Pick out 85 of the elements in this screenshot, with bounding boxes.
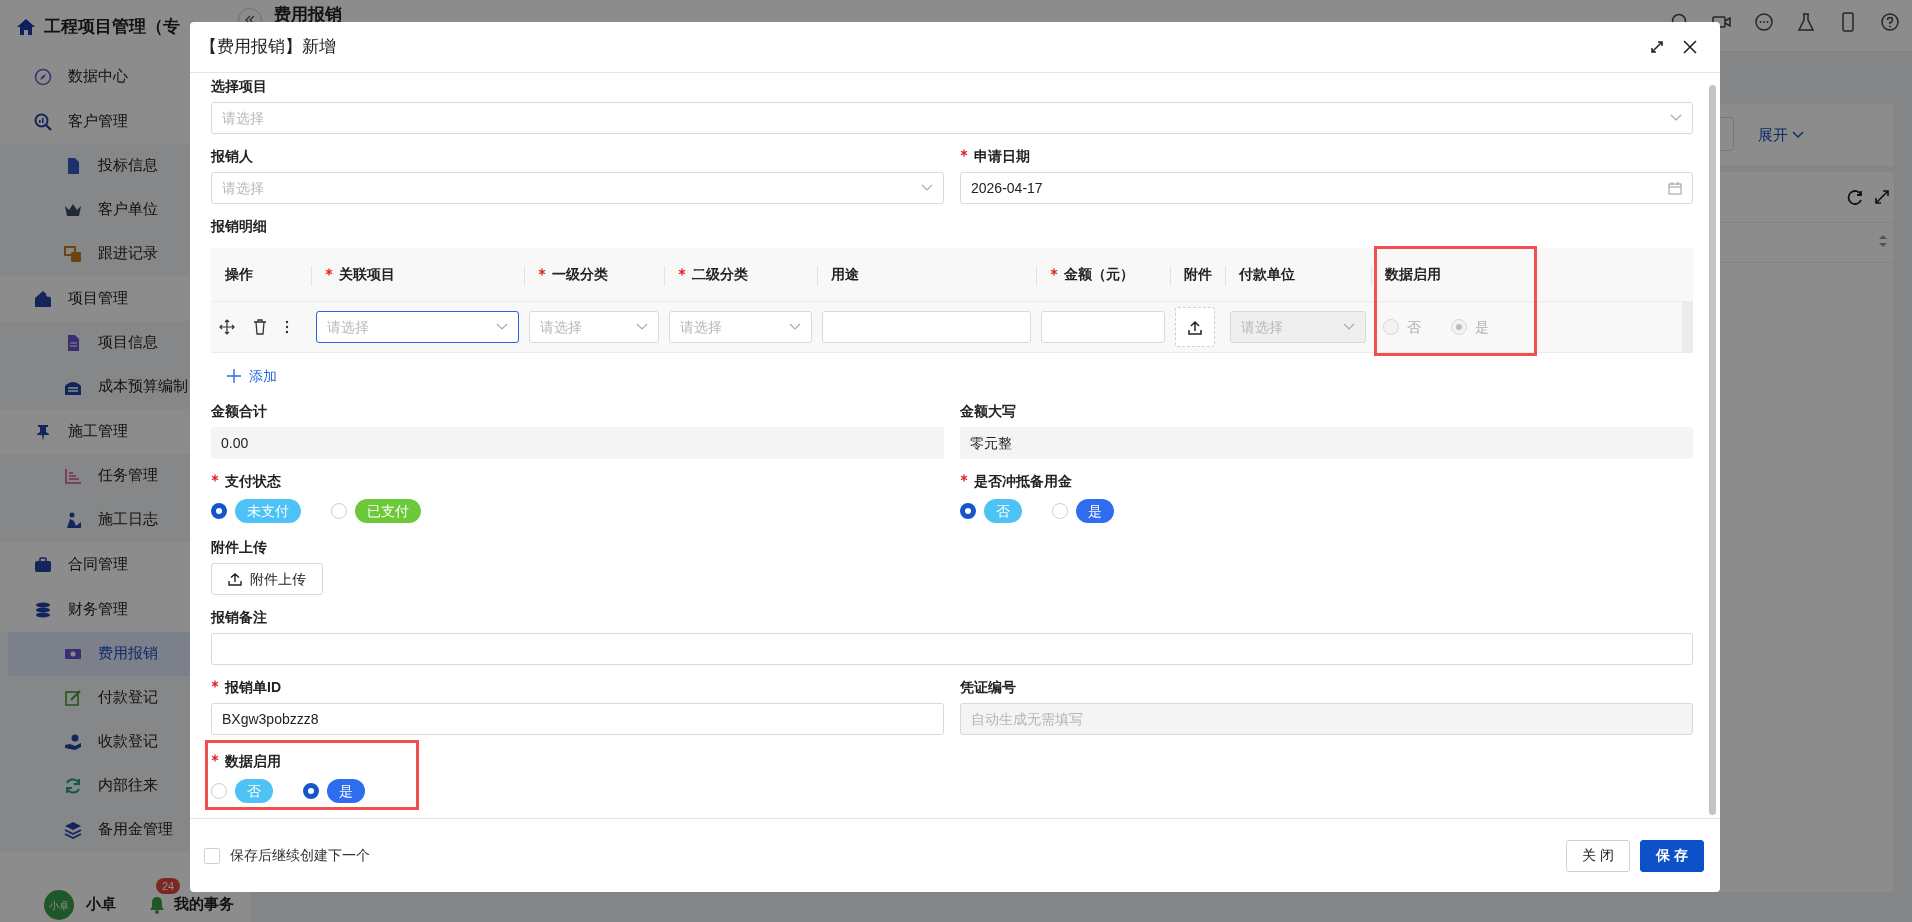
field-label: 选择项目 (211, 76, 267, 96)
readonly-field: 0.00 (211, 427, 944, 459)
bell-icon[interactable] (148, 896, 166, 914)
field-label: 金额大写 (960, 401, 1016, 421)
column-header: 一级分类 (552, 265, 608, 284)
trash-icon[interactable] (253, 319, 267, 335)
radio-button[interactable] (303, 783, 319, 799)
hand-coin-icon (64, 733, 82, 751)
layers-icon (64, 821, 82, 839)
pin-icon (34, 422, 52, 441)
chevron-down-icon (636, 323, 648, 331)
column-header: 关联项目 (339, 265, 395, 284)
chevron-down-icon (789, 323, 801, 331)
input-field: 自动生成无需填写 (960, 703, 1693, 735)
field-label: 报销明细 (211, 216, 267, 236)
field-label: 金额合计 (211, 401, 267, 421)
radio-button[interactable] (211, 503, 227, 519)
field-label: 报销备注 (211, 607, 267, 627)
dialog-title: 【费用报销】新增 (200, 36, 336, 59)
option-tag[interactable]: 是 (1076, 499, 1114, 523)
chevron-down-icon (1792, 131, 1804, 140)
fullscreen-icon[interactable] (1650, 40, 1664, 54)
house-plus-icon (34, 289, 52, 308)
refresh-icon[interactable] (1846, 188, 1864, 206)
copy-icon (64, 245, 82, 263)
save-button[interactable]: 保存 (1640, 839, 1704, 872)
field-label: 凭证编号 (960, 677, 1016, 697)
flask-icon[interactable] (1796, 12, 1816, 32)
field-label: 是否冲抵备用金 (974, 471, 1072, 491)
column-header: 附件 (1184, 265, 1212, 284)
chat-icon[interactable] (1754, 12, 1774, 32)
radio-button[interactable] (960, 503, 976, 519)
field-label: 报销人 (211, 146, 253, 166)
field-label: 附件上传 (211, 537, 267, 557)
more-icon[interactable] (285, 320, 289, 334)
field-label: 支付状态 (225, 471, 281, 491)
checkbox-label[interactable]: 保存后继续创建下一个 (230, 845, 370, 866)
user-avatar[interactable]: 小卓 (44, 890, 74, 920)
compass-icon (34, 67, 52, 86)
plus-icon (227, 369, 241, 383)
chevron-down-icon (496, 323, 508, 331)
column-header: 金额（元） (1064, 265, 1134, 284)
readonly-field: 零元整 (960, 427, 1693, 459)
briefcase-icon (34, 555, 52, 574)
option-tag[interactable]: 是 (327, 779, 365, 803)
chart-icon (64, 467, 82, 485)
upload-icon (228, 572, 242, 586)
scrollbar[interactable] (1709, 85, 1716, 815)
field-label: 报销单ID (225, 677, 281, 697)
field-label: 数据启用 (225, 751, 281, 771)
chevron-down-icon (921, 184, 933, 192)
user-name[interactable]: 小卓 (86, 894, 116, 916)
expand-link[interactable]: 展开 (1758, 124, 1804, 147)
notification-badge: 24 (156, 878, 181, 895)
column-header: 用途 (831, 265, 859, 284)
upload-icon (1188, 319, 1202, 335)
edit-icon (64, 689, 82, 707)
column-header: 二级分类 (692, 265, 748, 284)
tasks-link[interactable]: 我的事务 (174, 894, 234, 916)
input-field[interactable] (211, 633, 1693, 665)
close-button[interactable]: 关闭 (1566, 839, 1630, 872)
column-header: 付款单位 (1239, 265, 1295, 284)
page-title: 费用报销 (274, 4, 342, 26)
input-field[interactable]: BXgw3pobzzz8 (211, 703, 944, 735)
magnifier-icon (34, 112, 52, 131)
checkbox[interactable] (204, 847, 220, 864)
date-field[interactable]: 2026-04-17 (960, 172, 1693, 204)
input-field[interactable] (822, 311, 1031, 343)
column-header: 操作 (225, 265, 253, 284)
coins-icon (34, 600, 52, 619)
help-icon[interactable] (1880, 12, 1900, 32)
worker-icon (64, 511, 82, 529)
field-label: 申请日期 (974, 146, 1030, 166)
move-icon[interactable] (219, 319, 235, 335)
chevron-down-icon (1343, 323, 1355, 331)
home-icon (16, 17, 36, 37)
chevron-down-icon (1670, 114, 1682, 122)
app-title: 工程项目管理（专 (44, 16, 180, 39)
column-header: 数据启用 (1385, 265, 1441, 284)
calendar-icon (1668, 181, 1682, 195)
input-field[interactable] (1041, 311, 1165, 343)
upload-button[interactable] (1175, 307, 1215, 347)
upload-button[interactable]: 附件上传 (211, 563, 323, 595)
refresh-icon (64, 777, 82, 795)
close-icon[interactable] (1682, 39, 1698, 55)
